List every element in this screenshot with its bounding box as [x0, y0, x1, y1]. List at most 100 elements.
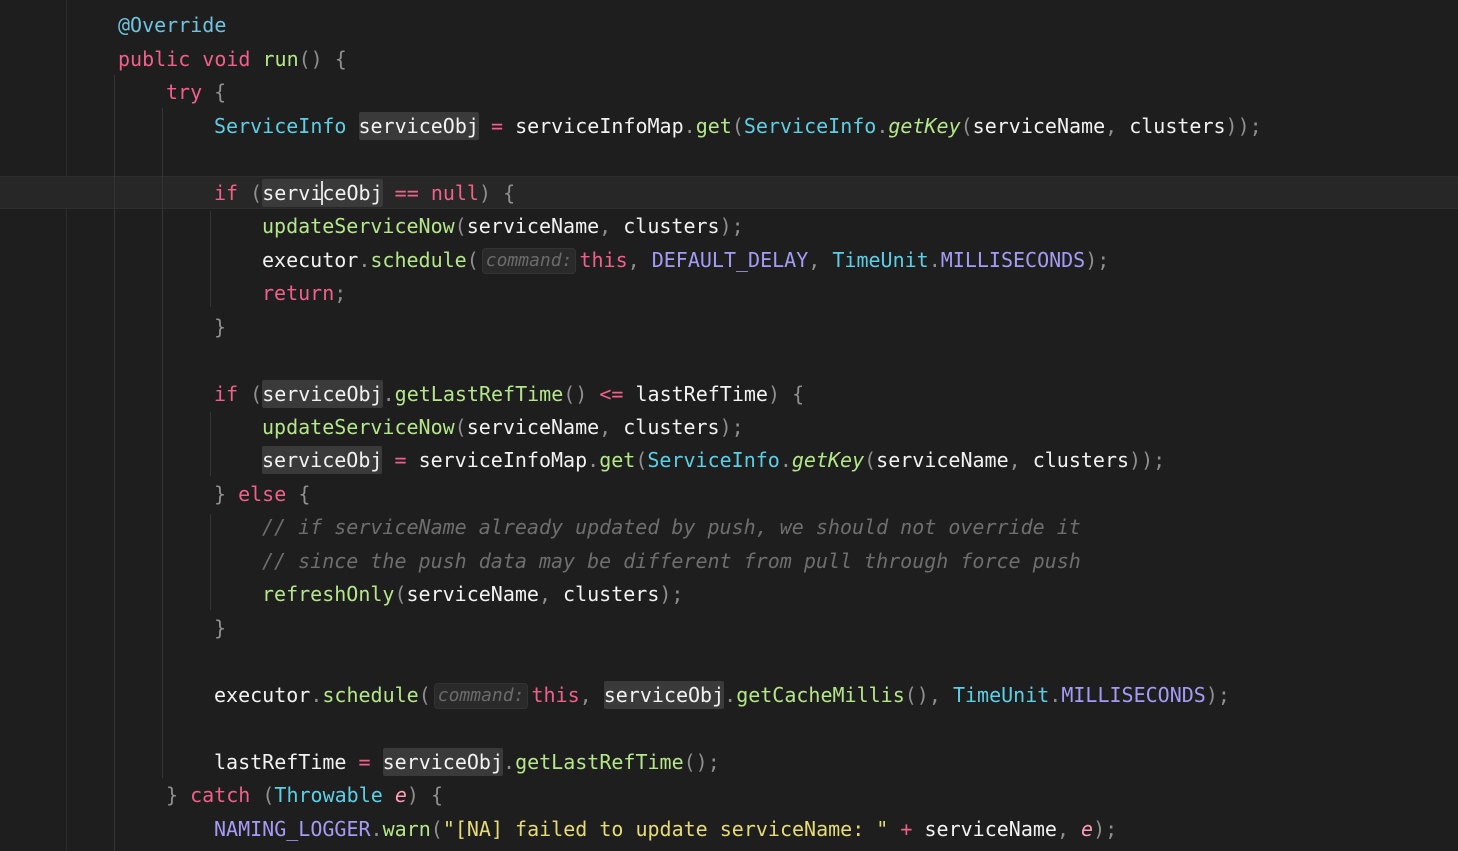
punctuation: ( [960, 114, 973, 138]
method-get: get [599, 448, 636, 472]
identifier-serviceinfomap: serviceInfoMap [515, 114, 684, 138]
punctuation: , [538, 582, 551, 606]
code-line-2[interactable]: public void run() { [118, 43, 347, 76]
identifier-clusters: clusters [1129, 114, 1226, 138]
comment-line: // since the push data may be different … [262, 549, 1081, 573]
identifier-clusters: clusters [623, 415, 720, 439]
punctuation: ); [659, 582, 684, 606]
punctuation: ( [262, 783, 275, 807]
punctuation: ) [406, 783, 419, 807]
code-line-12[interactable]: serviceObj = serviceInfoMap.get(ServiceI… [262, 444, 1165, 477]
open-brace: { [334, 47, 347, 71]
code-line-1[interactable]: @Override [118, 9, 226, 42]
identifier-lastreftime: lastRefTime [214, 750, 347, 774]
punctuation: ( [864, 448, 877, 472]
operator-less-equal: <= [599, 382, 624, 406]
punctuation: . [1049, 683, 1062, 707]
punctuation: ( [418, 683, 431, 707]
keyword-public: public [118, 47, 191, 71]
method-warn: warn [382, 817, 431, 841]
keyword-if: if [214, 181, 239, 205]
type-serviceinfo: ServiceInfo [214, 114, 347, 138]
method-getcachemillis: getCacheMillis [736, 683, 905, 707]
method-updateservicenow: updateServiceNow [262, 214, 455, 238]
punctuation: , [1056, 817, 1069, 841]
keyword-this: this [579, 248, 628, 272]
parameter-hint-command: command: [433, 683, 529, 709]
identifier-executor: executor [214, 683, 311, 707]
operator-equals: == [394, 181, 419, 205]
punctuation: , [599, 415, 612, 439]
code-line-15[interactable]: // since the push data may be different … [262, 545, 1081, 578]
method-updateservicenow: updateServiceNow [262, 415, 455, 439]
punctuation: , [1105, 114, 1118, 138]
code-line-19[interactable]: lastRefTime = serviceObj.getLastRefTime(… [214, 746, 720, 779]
identifier-servicename: serviceName [972, 114, 1106, 138]
keyword-null: null [430, 181, 479, 205]
punctuation: ) [478, 181, 492, 205]
comment-line: // if serviceName already updated by pus… [262, 515, 1081, 539]
operator-assign: = [490, 114, 504, 138]
code-line-17[interactable]: } [214, 612, 226, 645]
identifier-executor: executor [262, 248, 359, 272]
type-serviceinfo: ServiceInfo [647, 448, 780, 472]
code-line-6[interactable]: updateServiceNow(serviceName, clusters); [262, 210, 744, 243]
type-timeunit: TimeUnit [952, 683, 1050, 707]
identifier-lastreftime: lastRefTime [635, 382, 768, 406]
open-brace: { [298, 482, 311, 506]
annotation-override: @Override [118, 13, 227, 37]
code-editor[interactable]: @Override public void run() { try { Serv… [0, 0, 1458, 851]
punctuation: . [724, 683, 737, 707]
code-line-16[interactable]: refreshOnly(serviceName, clusters); [262, 578, 683, 611]
code-line-8[interactable]: return; [262, 277, 346, 310]
keyword-return: return [262, 281, 335, 305]
punctuation: ( [466, 248, 479, 272]
punctuation: () [563, 382, 588, 406]
operator-plus: + [900, 817, 913, 841]
identifier-servicename: serviceName [406, 582, 539, 606]
code-line-13[interactable]: } else { [214, 478, 310, 511]
code-line-11[interactable]: updateServiceNow(serviceName, clusters); [262, 411, 744, 444]
method-get: get [695, 114, 732, 138]
indent-guide [114, 75, 115, 851]
type-serviceinfo: ServiceInfo [743, 114, 877, 138]
punctuation: )); [1129, 448, 1166, 472]
variable-serviceobj: serviceObj [358, 112, 479, 140]
identifier-servicename: serviceName [876, 448, 1009, 472]
punctuation: ( [394, 582, 407, 606]
punctuation: , [1008, 448, 1021, 472]
parameter-e: e [394, 783, 407, 807]
method-name-run: run [262, 47, 299, 71]
code-line-21[interactable]: NAMING_LOGGER.warn("[NA] failed to updat… [214, 813, 1117, 846]
close-brace: } [214, 482, 227, 506]
code-line-9[interactable]: } [214, 311, 226, 344]
punctuation: . [779, 448, 792, 472]
keyword-if: if [214, 382, 239, 406]
punctuation: , [599, 214, 612, 238]
variable-serviceobj: serviceObj [382, 748, 504, 776]
editor-gutter[interactable] [0, 0, 66, 851]
code-line-18[interactable]: executor.schedule(command: this, serviceO… [214, 679, 1230, 712]
punctuation: . [358, 248, 371, 272]
punctuation: . [587, 448, 600, 472]
code-line-5[interactable]: if (serviceObj == null) { [214, 177, 515, 210]
keyword-this: this [531, 683, 580, 707]
code-line-20[interactable]: } catch (Throwable e) { [166, 779, 443, 812]
parameter-hint-command: command: [481, 248, 577, 274]
operator-assign: = [358, 750, 371, 774]
punctuation: () [904, 683, 929, 707]
punctuation: () [298, 47, 323, 71]
punctuation: , [808, 248, 821, 272]
code-line-3[interactable]: try { [166, 76, 226, 109]
close-brace: } [214, 616, 227, 640]
code-line-10[interactable]: if (serviceObj.getLastRefTime() <= lastR… [214, 378, 804, 411]
identifier-servicename: serviceName [466, 214, 600, 238]
keyword-catch: catch [190, 783, 251, 807]
code-line-7[interactable]: executor.schedule(command: this, DEFAULT_… [262, 244, 1109, 277]
code-line-14[interactable]: // if serviceName already updated by pus… [262, 511, 1081, 544]
indent-guide [162, 108, 163, 778]
code-line-4[interactable]: ServiceInfo serviceObj = serviceInfoMap.… [214, 110, 1262, 143]
method-getkey: getKey [888, 114, 961, 138]
keyword-else: else [238, 482, 287, 506]
punctuation: , [627, 248, 640, 272]
